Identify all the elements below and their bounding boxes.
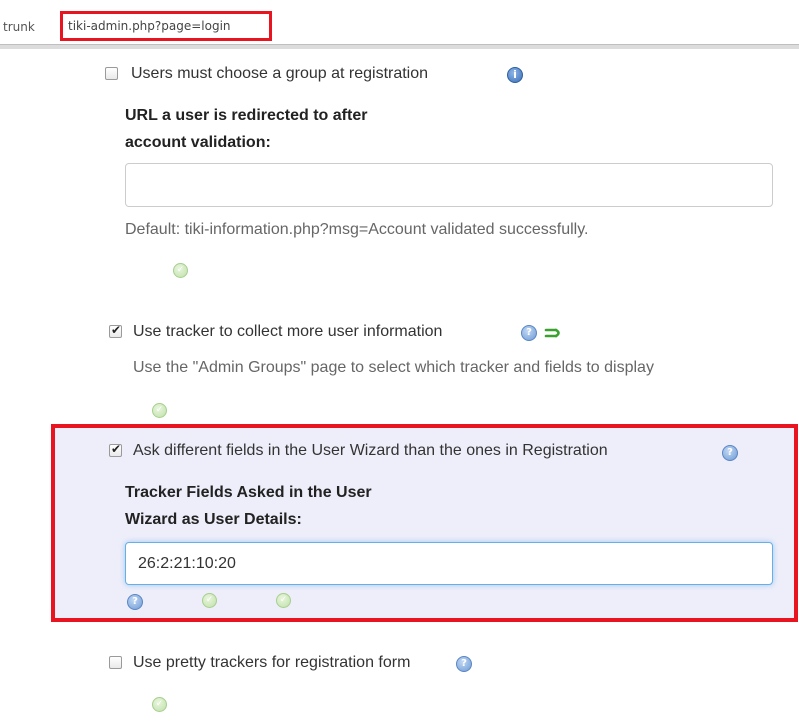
- group-at-registration-label: Users must choose a group at registratio…: [131, 65, 429, 82]
- redirect-url-label-line1: URL a user is redirected to after: [125, 107, 368, 124]
- redirect-url-default-hint: Default: tiki-information.php?msg=Accoun…: [125, 221, 589, 238]
- check-icon: ✓: [276, 593, 291, 608]
- redirect-url-label-line2: account validation:: [125, 134, 271, 151]
- help-icon[interactable]: ?: [456, 656, 472, 672]
- wizard-field-label-line2: Wizard as User Details:: [125, 511, 302, 528]
- check-icon: ✓: [152, 403, 167, 418]
- use-tracker-hint: Use the "Admin Groups" page to select wh…: [133, 359, 654, 376]
- redirect-url-input[interactable]: [125, 163, 773, 207]
- check-icon: ✓: [173, 263, 188, 278]
- address-url[interactable]: tiki-admin.php?page=login: [68, 19, 231, 33]
- help-icon[interactable]: ?: [127, 594, 143, 610]
- check-icon: ✓: [152, 697, 167, 712]
- wizard-field-label-line1: Tracker Fields Asked in the User: [125, 484, 372, 501]
- pretty-trackers-checkbox[interactable]: [109, 656, 122, 669]
- help-icon[interactable]: ?: [722, 445, 738, 461]
- url-bar-divider: [0, 44, 799, 49]
- info-icon[interactable]: i: [507, 67, 523, 83]
- apply-arrow-icon[interactable]: [543, 325, 563, 341]
- use-tracker-label: Use tracker to collect more user informa…: [133, 323, 443, 340]
- group-at-registration-checkbox[interactable]: [105, 67, 118, 80]
- wizard-fields-label: Ask different fields in the User Wizard …: [133, 442, 608, 459]
- url-path-fragment: trunk: [3, 20, 35, 34]
- pretty-trackers-label: Use pretty trackers for registration for…: [133, 654, 411, 671]
- wizard-fields-checkbox[interactable]: [109, 442, 122, 457]
- use-tracker-checkbox[interactable]: [109, 323, 122, 338]
- help-icon[interactable]: ?: [521, 325, 537, 341]
- tracker-fields-input[interactable]: [125, 542, 773, 585]
- check-icon: ✓: [202, 593, 217, 608]
